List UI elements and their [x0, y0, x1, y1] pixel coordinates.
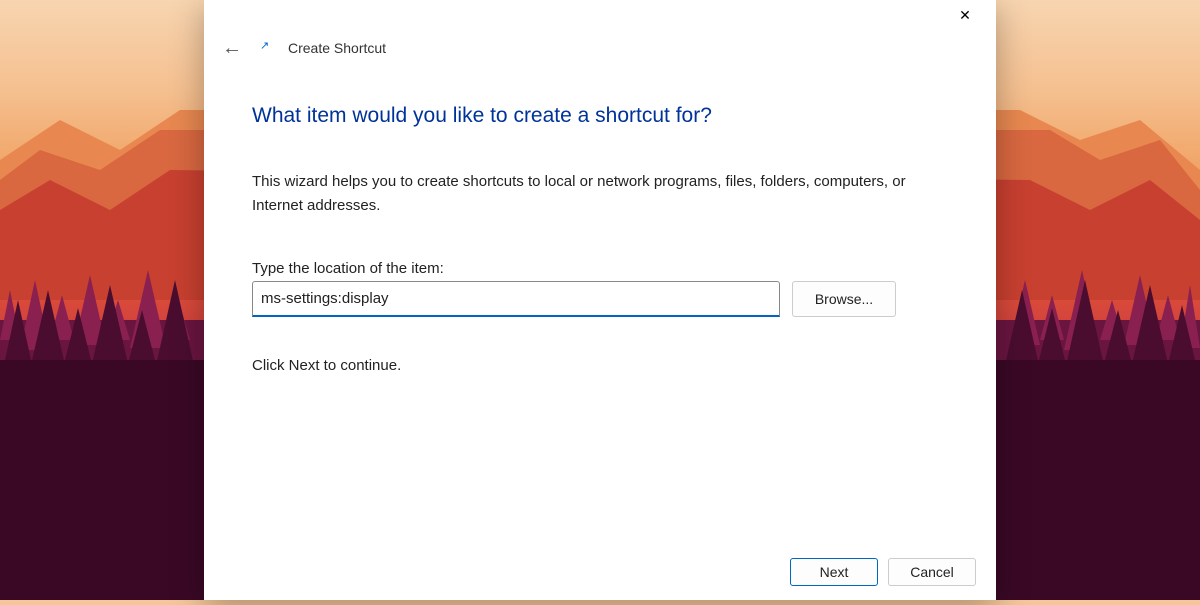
next-button[interactable]: Next	[790, 558, 878, 586]
location-label: Type the location of the item:	[252, 260, 948, 277]
close-button[interactable]: ✕	[942, 0, 988, 30]
dialog-content: What item would you like to create a sho…	[204, 74, 996, 544]
continue-hint: Click Next to continue.	[252, 357, 948, 374]
dialog-footer: Next Cancel	[204, 544, 996, 600]
wizard-description: This wizard helps you to create shortcut…	[252, 170, 932, 218]
browse-button[interactable]: Browse...	[792, 281, 896, 317]
shortcut-icon	[260, 41, 274, 55]
page-heading: What item would you like to create a sho…	[252, 104, 948, 128]
back-button[interactable]: ←	[218, 36, 246, 60]
titlebar: ✕	[204, 0, 996, 30]
location-row: Browse...	[252, 281, 948, 317]
create-shortcut-dialog: ✕ ← Create Shortcut What item would you …	[204, 0, 996, 600]
close-icon: ✕	[959, 7, 971, 24]
back-arrow-icon: ←	[222, 37, 242, 59]
wizard-title: Create Shortcut	[288, 40, 386, 56]
location-input[interactable]	[252, 281, 780, 317]
dialog-header: ← Create Shortcut	[204, 30, 996, 74]
cancel-button[interactable]: Cancel	[888, 558, 976, 586]
